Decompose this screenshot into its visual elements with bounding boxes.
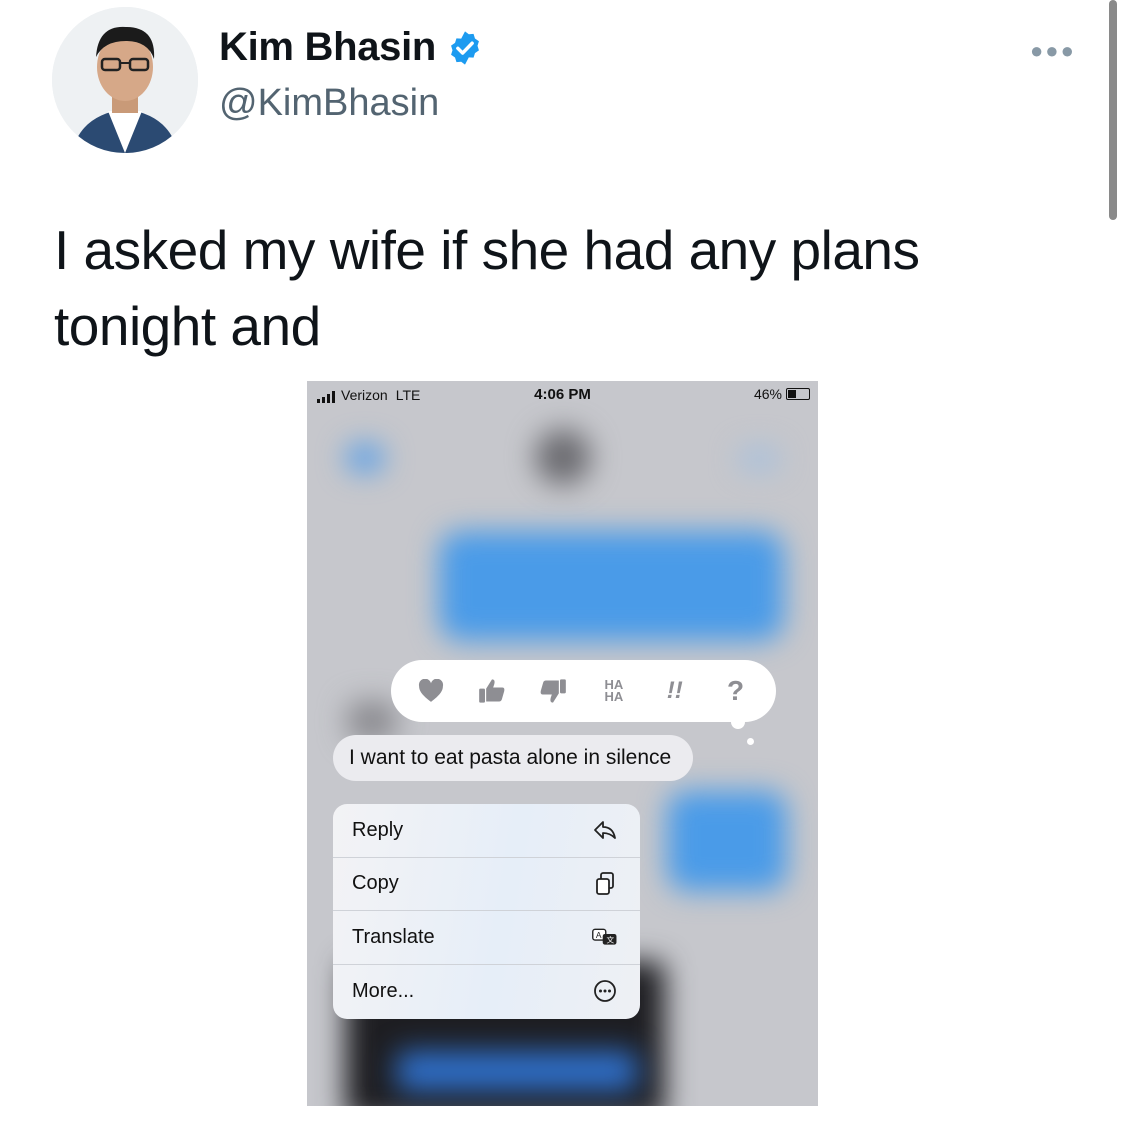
question-icon[interactable]: ? bbox=[716, 671, 756, 711]
copy-icon bbox=[592, 871, 618, 897]
blurred-video-icon bbox=[739, 447, 779, 471]
menu-item-translate[interactable]: Translate A文 bbox=[333, 911, 640, 965]
svg-text:文: 文 bbox=[607, 935, 615, 945]
more-dots-icon[interactable]: ●●● bbox=[1030, 38, 1076, 64]
status-bar: Verizon LTE 4:06 PM 46% bbox=[307, 381, 818, 407]
tapback-bar: HA HA !! ? bbox=[391, 660, 776, 722]
emphasize-icon[interactable]: !! bbox=[655, 671, 695, 711]
menu-item-label: Reply bbox=[352, 818, 404, 841]
menu-item-reply[interactable]: Reply bbox=[333, 804, 640, 858]
thumbs-down-icon[interactable] bbox=[533, 671, 573, 711]
menu-item-label: Translate bbox=[352, 925, 435, 948]
avatar[interactable] bbox=[52, 7, 198, 153]
blurred-contact-avatar bbox=[535, 429, 591, 485]
menu-item-label: Copy bbox=[352, 872, 399, 895]
menu-item-more[interactable]: More... bbox=[333, 965, 640, 1019]
menu-item-label: More... bbox=[352, 979, 415, 1002]
tweet-text: I asked my wife if she had any plans ton… bbox=[54, 219, 920, 357]
svg-text:A: A bbox=[596, 930, 602, 940]
reply-icon bbox=[592, 817, 618, 843]
scrollbar[interactable] bbox=[1109, 0, 1117, 220]
blurred-sent-bubble bbox=[439, 531, 784, 641]
author-handle[interactable]: @KimBhasin bbox=[219, 82, 439, 125]
battery-percent: 46% bbox=[753, 386, 782, 402]
blurred-keyboard-row bbox=[397, 1051, 637, 1091]
translate-icon: A文 bbox=[592, 924, 618, 950]
more-circle-icon bbox=[592, 978, 618, 1004]
haha-icon[interactable]: HA HA bbox=[594, 671, 634, 711]
thumbs-up-icon[interactable] bbox=[472, 671, 512, 711]
battery-icon bbox=[786, 388, 810, 400]
battery: 46% bbox=[754, 386, 810, 402]
menu-item-copy[interactable]: Copy bbox=[333, 858, 640, 911]
blurred-back-button bbox=[345, 443, 385, 473]
author-name[interactable]: Kim Bhasin bbox=[219, 25, 484, 70]
attached-screenshot[interactable]: Verizon LTE 4:06 PM 46% HA HA !! ? I want… bbox=[307, 381, 818, 1106]
verified-badge-icon bbox=[446, 29, 484, 67]
context-menu: Reply Copy Translate A文 More... bbox=[333, 804, 640, 1019]
tapback-tail bbox=[731, 715, 745, 729]
heart-icon[interactable] bbox=[411, 671, 451, 711]
status-time: 4:06 PM bbox=[534, 386, 591, 403]
blurred-sent-bubble bbox=[667, 791, 787, 891]
message-bubble[interactable]: I want to eat pasta alone in silence bbox=[333, 735, 694, 781]
tapback-tail bbox=[747, 738, 754, 745]
